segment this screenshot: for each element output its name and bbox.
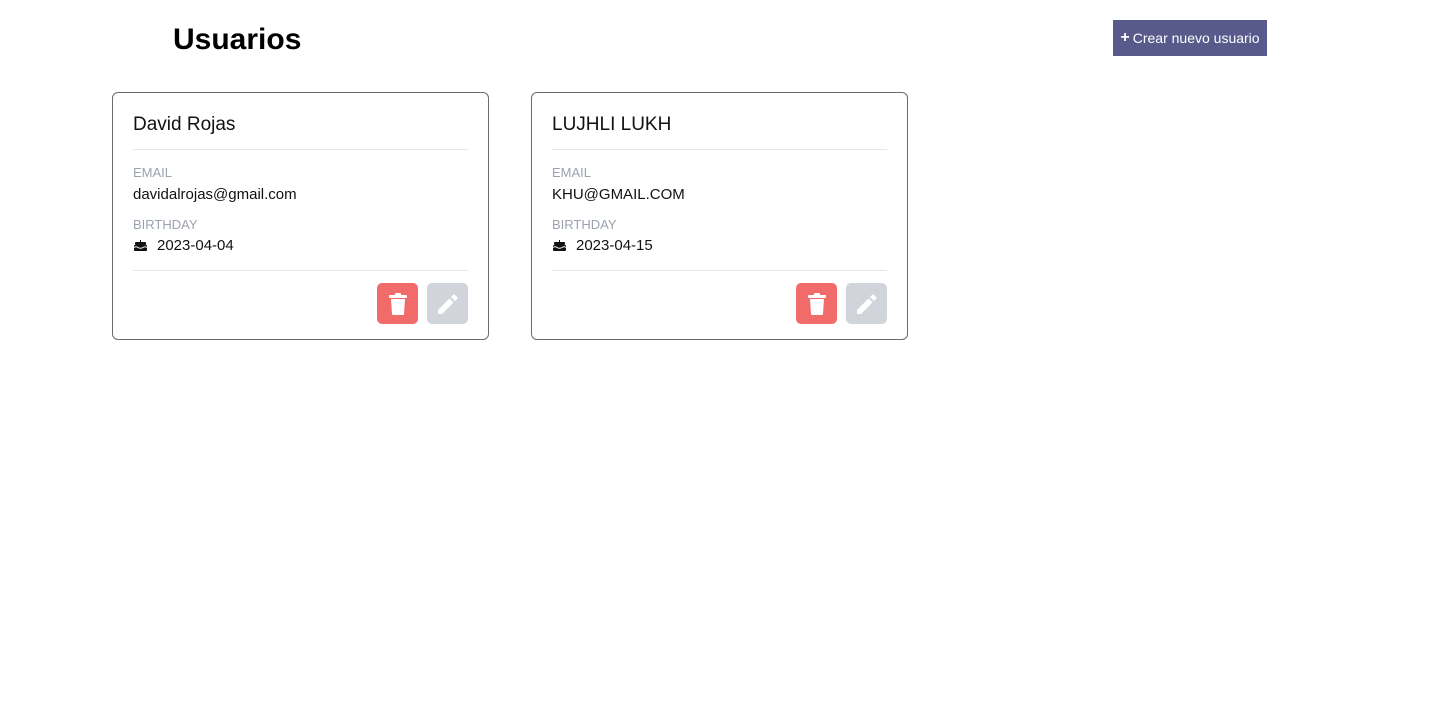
birthday-label: BIRTHDAY	[133, 217, 198, 232]
card-actions	[377, 283, 468, 324]
email-label: EMAIL	[133, 165, 173, 180]
birthday-value: 2023-04-15	[576, 237, 653, 254]
users-page: Usuarios + Crear nuevo usuario David Roj…	[0, 0, 1440, 724]
create-user-button-label: Crear nuevo usuario	[1132, 30, 1260, 46]
user-name: LUJHLI LUKH	[552, 114, 672, 135]
user-birthday: 2023-04-04	[133, 236, 234, 256]
card-divider	[552, 149, 887, 150]
card-actions	[796, 283, 887, 324]
edit-user-button[interactable]	[846, 283, 887, 324]
email-label: EMAIL	[552, 165, 592, 180]
card-divider	[552, 270, 887, 271]
user-email: KHU@GMAIL.COM	[552, 186, 685, 203]
user-email: davidalrojas@gmail.com	[133, 186, 297, 203]
user-birthday: 2023-04-15	[552, 236, 653, 256]
user-card: LUJHLI LUKH EMAIL KHU@GMAIL.COM BIRTHDAY…	[531, 92, 908, 340]
trash-icon	[388, 292, 407, 315]
user-name: David Rojas	[133, 114, 236, 135]
edit-user-button[interactable]	[427, 283, 468, 324]
plus-icon: +	[1120, 29, 1130, 46]
cake-icon	[133, 240, 148, 251]
trash-icon	[807, 292, 826, 315]
delete-user-button[interactable]	[377, 283, 418, 324]
user-card: David Rojas EMAIL davidalrojas@gmail.com…	[112, 92, 489, 340]
delete-user-button[interactable]	[796, 283, 837, 324]
card-divider	[133, 270, 468, 271]
card-divider	[133, 149, 468, 150]
pencil-icon	[856, 293, 877, 314]
birthday-label: BIRTHDAY	[552, 217, 617, 232]
page-title: Usuarios	[173, 23, 302, 56]
birthday-value: 2023-04-04	[157, 237, 234, 254]
create-user-button[interactable]: + Crear nuevo usuario	[1113, 20, 1267, 56]
cake-icon	[552, 240, 567, 251]
pencil-icon	[437, 293, 458, 314]
